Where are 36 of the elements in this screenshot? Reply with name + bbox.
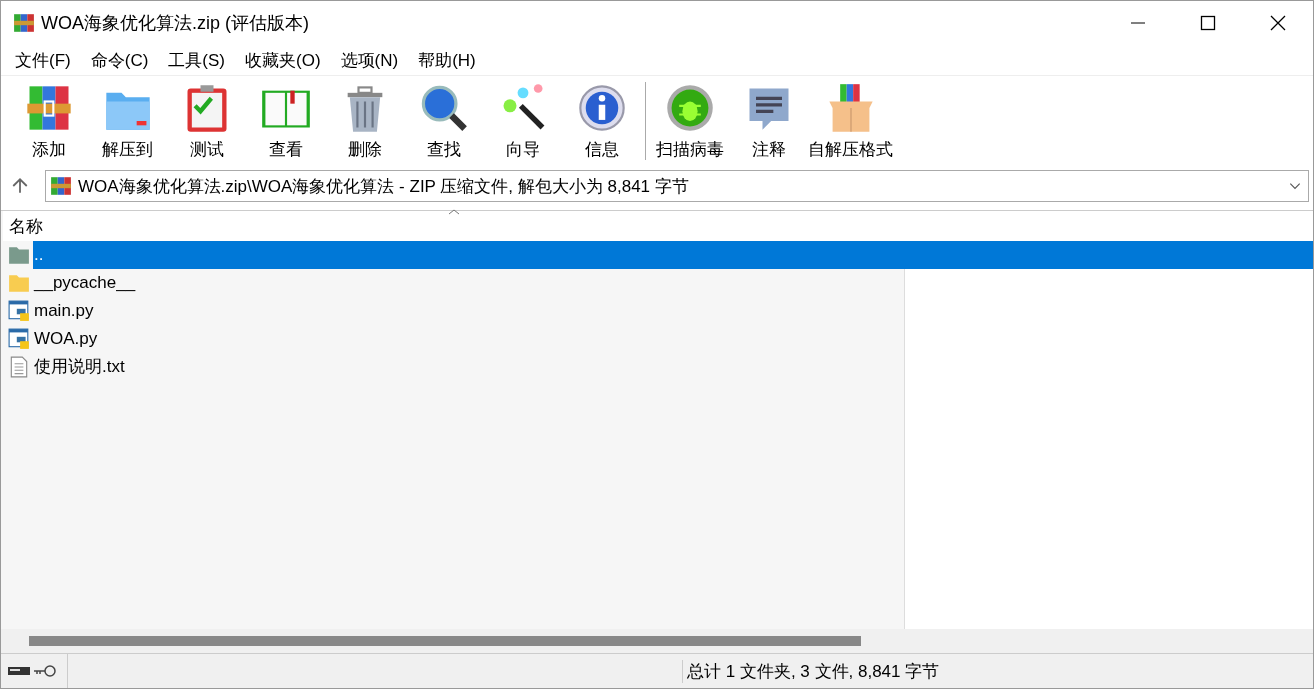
drive-icon	[7, 665, 31, 677]
address-field[interactable]: WOA海象优化算法.zip\WOA海象优化算法 - ZIP 压缩文件, 解包大小为 8,841 字节	[45, 170, 1309, 202]
toolbar-button[interactable]: 扫描病毒	[650, 77, 729, 165]
folder-icon	[8, 272, 30, 294]
scrollbar-thumb[interactable]	[29, 636, 861, 646]
menu-item[interactable]: 选项(N)	[330, 48, 409, 72]
app-icon	[13, 12, 35, 34]
toolbar-button[interactable]: 解压到	[88, 77, 167, 165]
menu-item[interactable]: 文件(F)	[5, 48, 81, 72]
menu-item[interactable]: 命令(C)	[80, 48, 159, 72]
window-title: WOA海象优化算法.zip (评估版本)	[41, 12, 309, 35]
toolbar-button[interactable]: 查看	[246, 77, 325, 165]
python-file-icon	[8, 328, 30, 350]
file-name[interactable]: 使用说明.txt	[33, 353, 1313, 381]
archive-icon	[50, 175, 72, 197]
toolbar-button[interactable]: 注释	[729, 77, 808, 165]
toolbar-button[interactable]: 自解压格式	[808, 77, 893, 165]
file-name[interactable]: WOA.py	[33, 325, 1313, 353]
text-file-icon	[8, 356, 30, 378]
file-name[interactable]: main.py	[33, 297, 1313, 325]
menu-item[interactable]: 工具(S)	[158, 48, 235, 72]
key-icon	[33, 665, 57, 677]
toolbar-button[interactable]: 信息	[562, 77, 641, 165]
menu-item[interactable]: 帮助(H)	[408, 48, 486, 72]
toolbar-button[interactable]: 向导	[483, 77, 562, 165]
folder-icon	[8, 244, 30, 266]
menu-item[interactable]: 收藏夹(O)	[235, 48, 331, 72]
python-file-icon	[8, 300, 30, 322]
toolbar-button[interactable]: 添加	[9, 77, 88, 165]
status-summary: 总计 1 文件夹, 3 文件, 8,841 字节	[682, 659, 940, 683]
toolbar-button[interactable]: 删除	[325, 77, 404, 165]
toolbar-button[interactable]: 测试	[167, 77, 246, 165]
file-name[interactable]: ..	[33, 241, 1313, 269]
file-name[interactable]: __pycache__	[33, 269, 1313, 297]
toolbar-button[interactable]: 查找	[404, 77, 483, 165]
column-header[interactable]: 名称	[3, 214, 43, 238]
